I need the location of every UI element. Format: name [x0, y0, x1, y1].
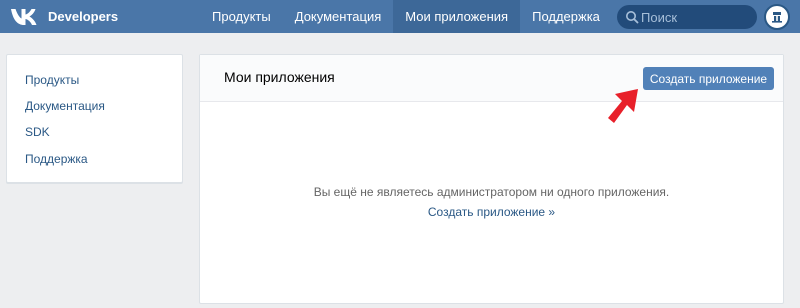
red-arrow-icon	[602, 85, 644, 132]
search-icon	[625, 10, 639, 24]
nav-my-apps[interactable]: Мои приложения	[393, 0, 521, 33]
create-app-link[interactable]: Создать приложение »	[200, 205, 783, 219]
nav-products[interactable]: Продукты	[200, 0, 283, 33]
nav-documentation[interactable]: Документация	[283, 0, 394, 33]
page-title: Мои приложения	[224, 69, 335, 85]
brand-title[interactable]: Developers	[48, 9, 118, 24]
sidebar-item-sdk[interactable]: SDK	[25, 125, 50, 139]
main-header: Мои приложения Создать приложение	[200, 55, 783, 102]
top-bar: Developers Продукты Документация Мои при…	[0, 0, 800, 33]
sidebar-item-support[interactable]: Поддержка	[25, 152, 88, 166]
sidebar-item-products[interactable]: Продукты	[25, 73, 79, 87]
create-app-button[interactable]: Создать приложение	[643, 67, 774, 90]
sidebar-menu: Продукты Документация SDK Поддержка	[6, 54, 183, 183]
search-box[interactable]	[617, 5, 757, 29]
top-nav: Продукты Документация Мои приложения Под…	[200, 0, 612, 33]
sidebar-item-documentation[interactable]: Документация	[25, 99, 105, 113]
search-input[interactable]	[641, 5, 751, 29]
user-avatar-icon[interactable]	[764, 4, 790, 30]
vk-logo-icon[interactable]	[10, 7, 42, 26]
empty-state-text: Вы ещё не являетесь администратором ни о…	[313, 185, 670, 199]
main-panel: Мои приложения Создать приложение Вы ещё…	[199, 54, 784, 304]
nav-support[interactable]: Поддержка	[520, 0, 612, 33]
